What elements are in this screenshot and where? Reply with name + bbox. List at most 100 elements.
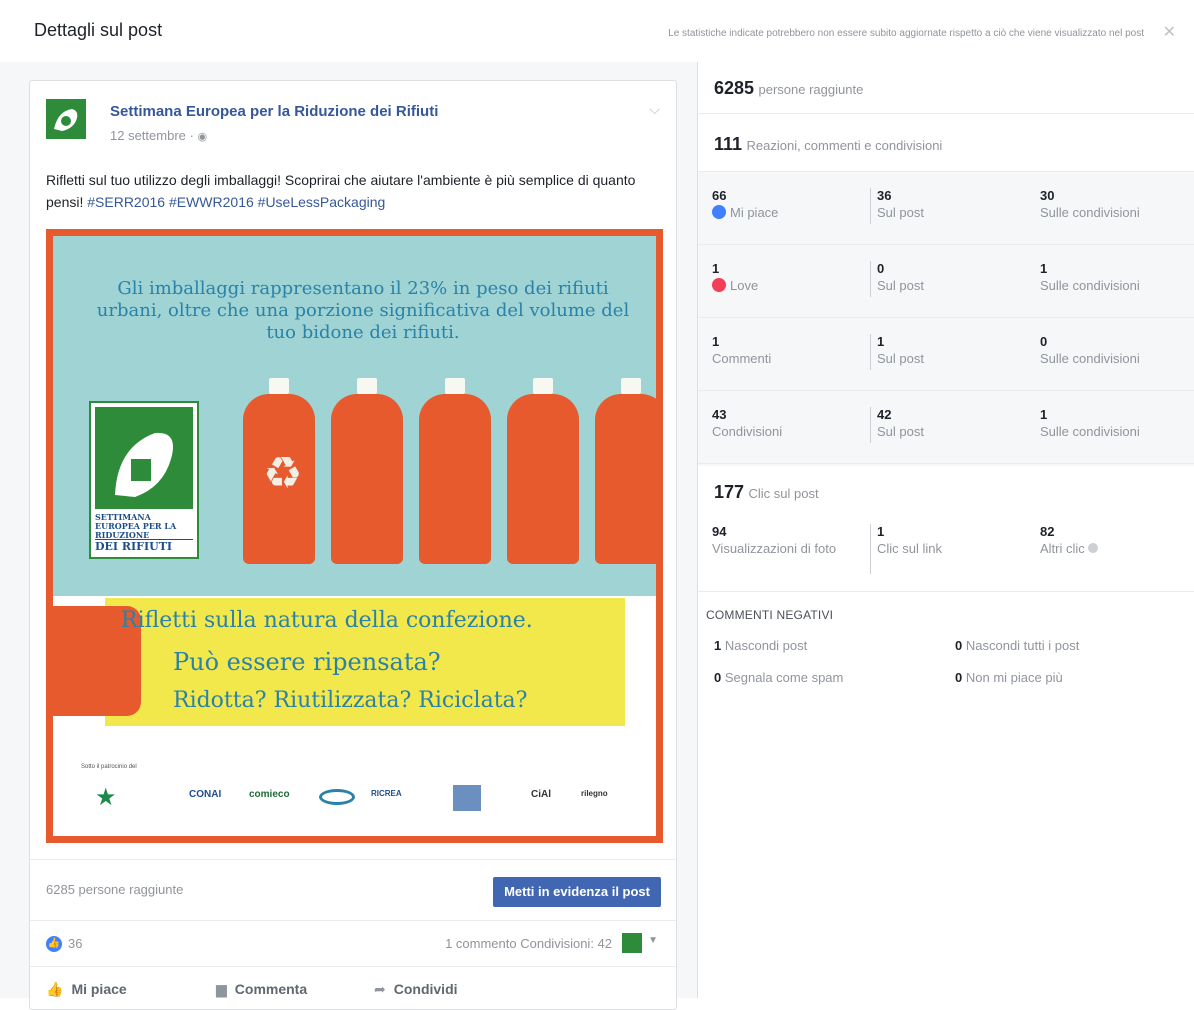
clicks-number: 177 bbox=[714, 482, 745, 502]
page-mini-avatar[interactable] bbox=[622, 933, 642, 953]
image-headline: Gli imballaggi rappresentano il 23% in p… bbox=[96, 278, 630, 343]
comments-on-shares-cell: 0 Sulle condivisioni bbox=[1040, 334, 1140, 368]
post-counts-row: 👍 36 1 commento Condivisioni: 42 ▼ bbox=[30, 921, 676, 967]
like-label-text: Mi piace bbox=[730, 205, 779, 220]
report-spam-label: Segnala come spam bbox=[724, 670, 844, 685]
photo-views-cell: 94 Visualizzazioni di foto bbox=[712, 524, 852, 558]
post-actions: 👍 Mi piace ▆ Commenta ➦ Condividi bbox=[30, 967, 676, 1007]
like-on-post-cell: 36 Sul post bbox=[870, 188, 924, 224]
reach-summary: 6285 persone raggiunte bbox=[714, 78, 863, 99]
negative-feedback-title: COMMENTI NEGATIVI bbox=[706, 608, 834, 622]
dialog-header: Dettagli sul post Le statistiche indicat… bbox=[0, 0, 1194, 62]
info-icon[interactable] bbox=[1088, 543, 1099, 553]
page-name-link[interactable]: Settimana Europea per la Riduzione dei R… bbox=[110, 103, 438, 120]
chevron-down-icon[interactable]: ⌵ bbox=[649, 101, 660, 118]
share-button[interactable]: ➦ Condividi bbox=[374, 981, 458, 998]
recycle-icon: ♻ bbox=[263, 449, 303, 498]
shares-on-shares: 1 bbox=[1040, 407, 1048, 422]
love-on-post-label: Sul post bbox=[877, 278, 924, 293]
unlike-page-label: Non mi piace più bbox=[965, 670, 1063, 685]
report-spam-stat: 0 Segnala come spam bbox=[714, 670, 843, 685]
other-clicks-label-text: Altri clic bbox=[1040, 541, 1085, 556]
sponsor-generic-icon bbox=[319, 789, 355, 805]
comment-icon: ▆ bbox=[216, 981, 227, 997]
clicks-summary: 177 Clic sul post bbox=[714, 482, 819, 503]
love-total-cell: 1 Love bbox=[712, 261, 758, 295]
report-spam-number: 0 bbox=[714, 670, 722, 685]
hide-post-label: Nascondi post bbox=[724, 638, 808, 653]
serr-logo-mark bbox=[95, 407, 193, 509]
post-image-inner: Gli imballaggi rappresentano il 23% in p… bbox=[53, 236, 656, 836]
link-clicks-label: Clic sul link bbox=[877, 541, 943, 556]
like-on-shares-cell: 30 Sulle condivisioni bbox=[1040, 188, 1140, 222]
hide-all-posts-label: Nascondi tutti i post bbox=[965, 638, 1080, 653]
bottle-5 bbox=[595, 378, 656, 564]
sponsors-title: Sotto il patrocinio del bbox=[81, 764, 137, 770]
like-count[interactable]: 36 bbox=[68, 936, 82, 951]
bottle-2 bbox=[331, 378, 403, 564]
share-arrow-icon: ➦ bbox=[374, 981, 386, 997]
love-reaction-icon bbox=[712, 278, 726, 292]
clicks-section: 177 Clic sul post 94 Visualizzazioni di … bbox=[698, 466, 1194, 592]
dialog-title: Dettagli sul post bbox=[34, 20, 163, 40]
engagement-summary: 111 Reazioni, commenti e condivisioni bbox=[714, 134, 942, 155]
like-button[interactable]: 👍 Mi piace bbox=[46, 981, 127, 998]
comments-on-shares-label: Sulle condivisioni bbox=[1040, 351, 1140, 366]
unlike-page-number: 0 bbox=[955, 670, 963, 685]
like-reaction-icon: 👍 bbox=[46, 936, 62, 952]
reach-label: persone raggiunte bbox=[758, 82, 864, 97]
shares-total: 43 bbox=[712, 407, 727, 422]
reactions-breakdown: 66 Mi piace 36 Sul post 30 Sulle condivi… bbox=[698, 172, 1194, 466]
sponsor-block-icon bbox=[453, 785, 481, 811]
shares-on-post-label: Sul post bbox=[877, 424, 924, 439]
like-button-label: Mi piace bbox=[71, 981, 127, 997]
reach-number: 6285 bbox=[714, 78, 755, 98]
sponsor-cial: CiAl bbox=[531, 789, 551, 800]
love-on-shares-label: Sulle condivisioni bbox=[1040, 278, 1140, 293]
comments-on-post-label: Sul post bbox=[877, 351, 924, 366]
comments-shares-count[interactable]: 1 commento Condivisioni: 42 bbox=[445, 936, 612, 951]
other-clicks-number: 82 bbox=[1040, 524, 1055, 539]
post-date: 12 settembre · ◉ bbox=[110, 128, 207, 143]
bottle-4 bbox=[507, 378, 579, 564]
thumbs-up-icon: 👍 bbox=[46, 981, 64, 997]
image-line-3: Ridotta? Riutilizzata? Riciclata? bbox=[173, 688, 528, 713]
serr-logo-text-big: DEI RIFIUTI bbox=[95, 539, 193, 553]
unlike-page-stat: 0 Non mi piace più bbox=[955, 670, 1063, 685]
sponsor-rilegno: rilegno bbox=[581, 789, 608, 798]
engagement-section: 111 Reazioni, commenti e condivisioni bbox=[698, 114, 1194, 172]
close-icon[interactable]: ✕ bbox=[1163, 22, 1176, 42]
link-clicks-number: 1 bbox=[877, 524, 885, 539]
comments-label: Commenti bbox=[712, 351, 772, 366]
globe-icon: ◉ bbox=[197, 131, 208, 143]
sponsor-comieco: comieco bbox=[249, 789, 290, 800]
reaction-row-like: 66 Mi piace 36 Sul post 30 Sulle condivi… bbox=[698, 172, 1194, 245]
image-line-2: Può essere ripensata? bbox=[173, 648, 441, 676]
comment-button-label: Commenta bbox=[234, 981, 308, 997]
shares-on-post-cell: 42 Sul post bbox=[870, 407, 924, 443]
post-image[interactable]: Gli imballaggi rappresentano il 23% in p… bbox=[46, 229, 663, 843]
boost-post-button[interactable]: Metti in evidenza il post bbox=[493, 877, 661, 907]
stats-disclaimer: Le statistiche indicate potrebbero non e… bbox=[668, 28, 1144, 39]
post-card: Settimana Europea per la Riduzione dei R… bbox=[29, 80, 677, 1010]
like-on-post-label: Sul post bbox=[877, 205, 924, 220]
hide-all-posts-number: 0 bbox=[955, 638, 963, 653]
post-preview-pane: Settimana Europea per la Riduzione dei R… bbox=[0, 62, 697, 1010]
post-text: Rifletti sul tuo utilizzo degli imballag… bbox=[46, 169, 666, 213]
like-on-shares: 30 bbox=[1040, 188, 1055, 203]
share-button-label: Condividi bbox=[393, 981, 458, 997]
post-hashtags[interactable]: #SERR2016 #EWWR2016 #UseLessPackaging bbox=[87, 194, 385, 210]
photo-views-number: 94 bbox=[712, 524, 727, 539]
engagement-number: 111 bbox=[714, 134, 743, 154]
page-avatar[interactable] bbox=[46, 99, 86, 139]
love-total-label: Love bbox=[712, 277, 758, 295]
comments-on-shares: 0 bbox=[1040, 334, 1048, 349]
comments-total: 1 bbox=[712, 334, 720, 349]
hide-all-posts-stat: 0 Nascondi tutti i post bbox=[955, 638, 1079, 653]
post-date-text: 12 settembre · bbox=[110, 128, 198, 143]
caret-down-icon[interactable]: ▼ bbox=[648, 935, 658, 946]
post-reach-row: 6285 persone raggiunte Metti in evidenza… bbox=[30, 859, 676, 921]
like-total-cell: 66 Mi piace bbox=[712, 188, 778, 222]
like-total: 66 bbox=[712, 188, 727, 203]
comment-button[interactable]: ▆ Commenta bbox=[216, 981, 307, 998]
